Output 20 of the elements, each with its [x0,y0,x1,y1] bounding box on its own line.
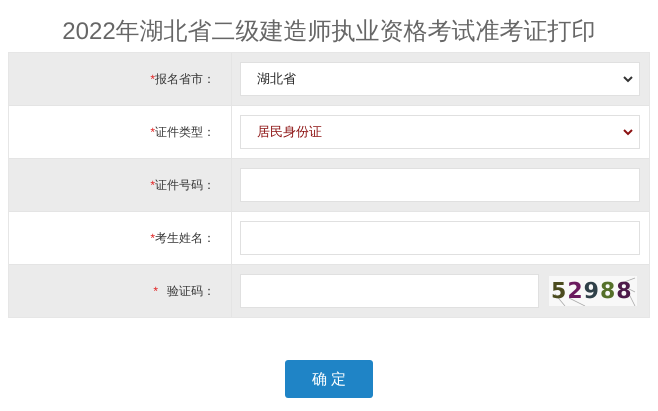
required-mark: * [150,72,155,86]
required-mark: * [150,231,155,245]
page-title: 2022年湖北省二级建造师执业资格考试准考证打印 [61,17,597,47]
field-label: 考生姓名： [155,230,215,246]
required-mark: * [150,178,155,192]
confirm-button[interactable]: 确 定 [285,360,373,398]
select-field[interactable]: 湖北省 [240,62,640,96]
required-mark: * [150,125,155,139]
input-field[interactable] [240,168,640,202]
field-label: 证件号码： [155,176,215,194]
field-label: 证件类型： [155,124,215,140]
select-field[interactable]: 居民身份证 [240,115,640,149]
captcha-image[interactable]: 52988 [549,276,637,306]
captcha-input-field[interactable] [240,274,539,308]
input-field[interactable] [240,221,640,255]
field-label: 验证码： [166,282,215,300]
chevron-down-icon [623,76,633,82]
required-mark: * [153,284,158,298]
chevron-down-icon [623,128,633,136]
field-label: 报名省市： [155,70,215,88]
